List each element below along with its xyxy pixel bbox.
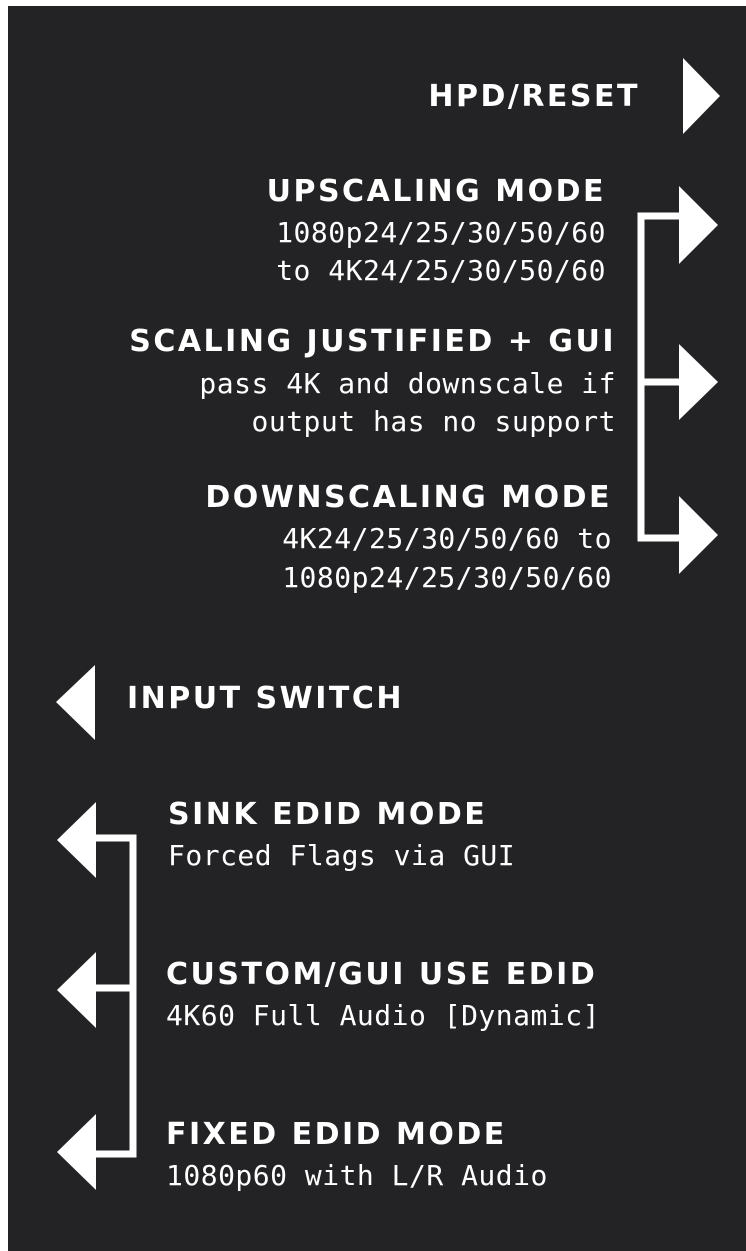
arrow-right-icon [679,186,718,264]
scaling-justified-line2: output has no support [251,405,616,438]
custom-gui-edid-line1: 4K60 Full Audio [Dynamic] [166,999,600,1032]
upscaling-mode-title: UPSCALING MODE [266,174,606,209]
downscaling-mode-line2: 1080p24/25/30/50/60 [282,561,612,594]
edid-bracket-line [90,834,137,1158]
sink-edid-mode-title: SINK EDID MODE [168,797,488,832]
downscaling-mode-title: DOWNSCALING MODE [205,480,612,515]
scaling-justified-line1: pass 4K and downscale if [199,367,616,400]
arrow-right-icon [679,496,718,574]
fixed-edid-mode-title: FIXED EDID MODE [166,1117,507,1152]
upscaling-mode-line1: 1080p24/25/30/50/60 [276,216,606,249]
arrow-right-icon [683,58,720,134]
scaling-bracket-line [637,212,685,542]
arrow-left-icon [57,952,96,1028]
input-switch-title: INPUT SWITCH [127,681,404,716]
arrow-left-icon [57,802,96,878]
scaling-justified-title: SCALING JUSTIFIED + GUI [129,324,616,359]
arrow-left-icon [57,1114,96,1190]
fixed-edid-mode-line1: 1080p60 with L/R Audio [166,1159,548,1192]
downscaling-mode-line1: 4K24/25/30/50/60 to [282,522,612,555]
hpd-reset-title: HPD/RESET [428,79,640,114]
upscaling-mode-line2: to 4K24/25/30/50/60 [276,254,606,287]
sink-edid-mode-line1: Forced Flags via GUI [168,839,516,872]
arrow-right-icon [679,344,718,420]
arrow-left-icon [56,665,95,740]
custom-gui-edid-title: CUSTOM/GUI USE EDID [166,957,598,992]
